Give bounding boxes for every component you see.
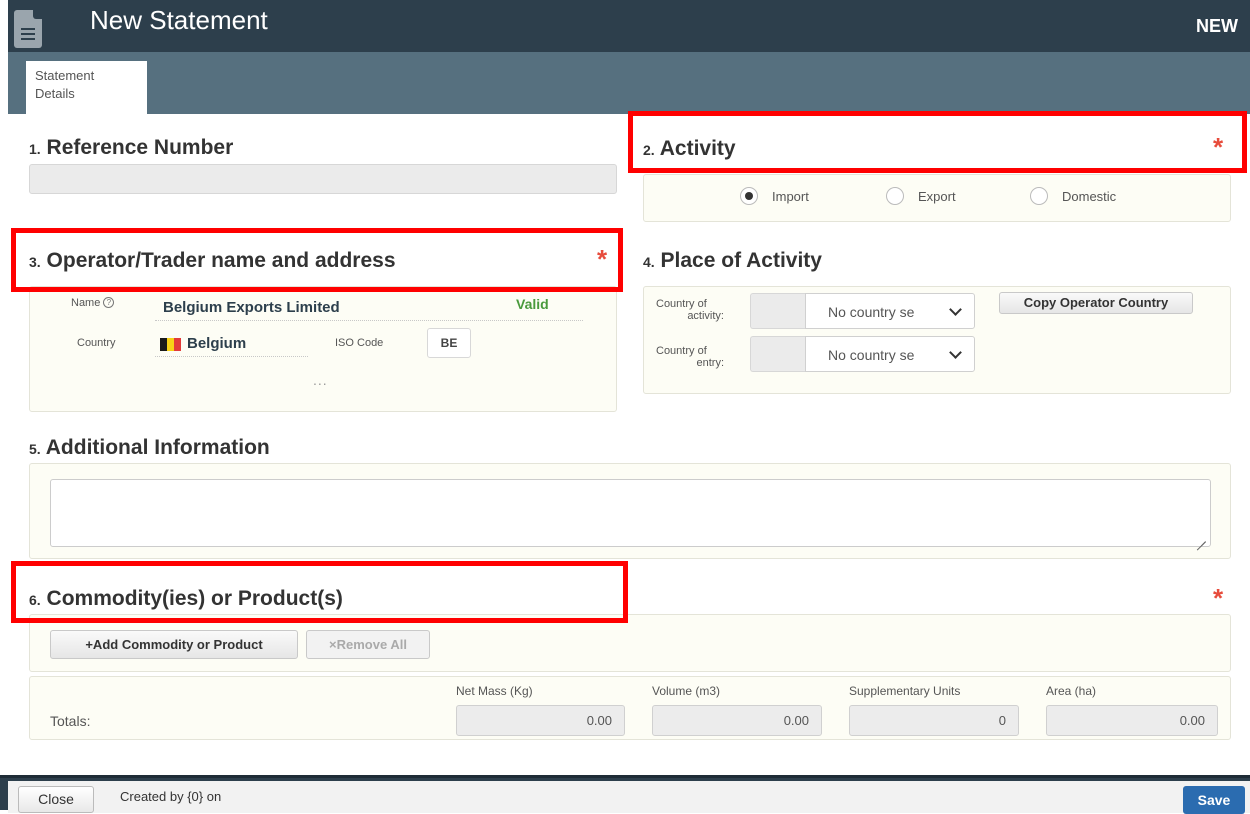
operator-country-value[interactable]: Belgium [160, 335, 246, 352]
page-title: New Statement [90, 5, 268, 35]
radio-export-control[interactable] [886, 187, 904, 205]
radio-domestic[interactable]: Domestic [1030, 187, 1116, 205]
tab-label-line1: Statement [35, 68, 95, 83]
iso-code-label: ISO Code [335, 337, 384, 349]
supplementary-units-header: Supplementary Units [849, 684, 961, 698]
radio-import-control[interactable] [740, 187, 758, 205]
document-icon [14, 10, 42, 48]
footer-inner: Close Created by {0} on Save [8, 781, 1250, 814]
chevron-down-icon [949, 303, 962, 316]
entry-flag-slot [750, 336, 805, 372]
activity-flag-slot [750, 293, 805, 329]
chevron-down-icon [949, 346, 962, 359]
net-mass-header: Net Mass (Kg) [456, 684, 533, 698]
section-title-additional: 5. Additional Information [29, 436, 270, 459]
belgium-flag-icon [160, 337, 181, 351]
area-header: Area (ha) [1046, 684, 1097, 698]
tab-bar: Statement Details [8, 52, 1250, 116]
remove-all-button[interactable]: ×Remove All [306, 630, 430, 659]
additional-information-textarea[interactable] [50, 479, 1211, 551]
radio-import[interactable]: Import [740, 187, 809, 205]
footer-bar: Close Created by {0} on Save [0, 775, 1250, 814]
net-mass-total: 0.00 [456, 705, 625, 736]
help-icon[interactable]: ? [103, 297, 115, 308]
section-title-reference: 1. Reference Number [29, 136, 234, 159]
required-asterisk-operator: * [597, 244, 608, 274]
tab-label-line2: Details [35, 86, 75, 101]
more-ellipsis[interactable]: ... [313, 372, 328, 388]
add-commodity-button[interactable]: +Add Commodity or Product [50, 630, 298, 659]
supplementary-units-total: 0 [849, 705, 1019, 736]
country-of-entry-label: Country of entry: [656, 345, 724, 369]
section-title-activity: 2. Activity [643, 137, 736, 160]
country-label: Country [77, 337, 116, 349]
created-by-text: Created by {0} on [120, 789, 222, 804]
operator-name-value[interactable]: Belgium Exports Limited [163, 299, 340, 316]
country-of-activity-label: Country of activity: [656, 298, 724, 322]
section-title-commodity: 6. Commodity(ies) or Product(s) [29, 587, 343, 610]
status-badge: NEW [1196, 16, 1238, 36]
operator-valid-status: Valid [516, 296, 549, 312]
required-asterisk-activity: * [1213, 132, 1224, 162]
app-header: New Statement NEW [8, 0, 1250, 52]
tab-statement-details[interactable]: Statement Details [26, 61, 147, 116]
name-label: Name ? [71, 297, 115, 309]
country-underline [155, 356, 308, 357]
section-title-place: 4. Place of Activity [643, 249, 822, 272]
iso-code-value: BE [427, 328, 471, 358]
volume-header: Volume (m3) [652, 684, 721, 698]
area-total: 0.00 [1046, 705, 1218, 736]
close-button[interactable]: Close [18, 786, 94, 813]
totals-label: Totals: [50, 713, 91, 729]
radio-domestic-control[interactable] [1030, 187, 1048, 205]
section-title-operator: 3. Operator/Trader name and address [29, 249, 396, 272]
reference-number-input[interactable] [29, 164, 617, 194]
country-of-activity-dropdown[interactable]: No country se [805, 293, 975, 329]
resize-handle-icon[interactable] [1196, 532, 1206, 551]
volume-total: 0.00 [652, 705, 822, 736]
country-of-activity-select[interactable]: No country se [750, 293, 975, 329]
copy-operator-country-button[interactable]: Copy Operator Country [999, 292, 1193, 314]
country-of-entry-select[interactable]: No country se [750, 336, 975, 372]
name-underline [155, 320, 583, 321]
country-of-entry-dropdown[interactable]: No country se [805, 336, 975, 372]
radio-export[interactable]: Export [886, 187, 956, 205]
required-asterisk-commodity: * [1213, 583, 1224, 613]
